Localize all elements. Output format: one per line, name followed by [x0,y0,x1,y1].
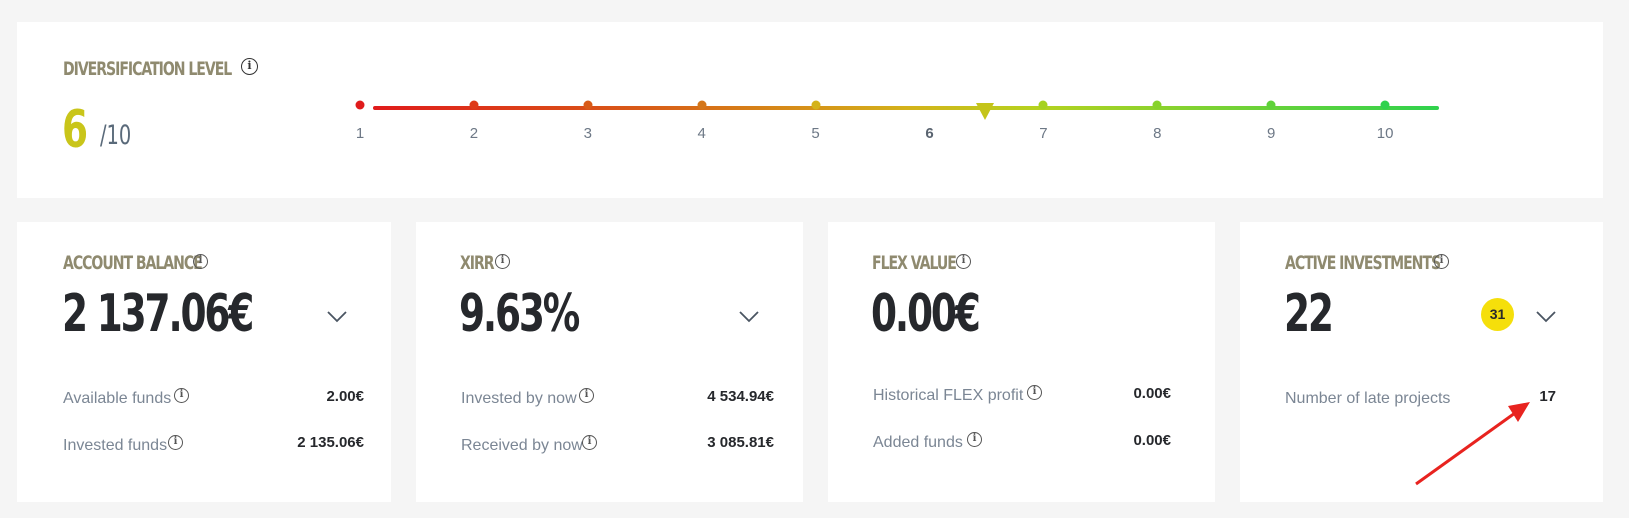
scale-dot [697,100,707,110]
active-investments-badge[interactable]: 31 [1481,298,1514,331]
info-icon[interactable]: i [174,388,189,403]
scale-dot [811,100,821,110]
invested-funds-label: Invested funds [63,437,168,454]
active-investments-value: 22 [1284,284,1334,344]
chevron-down-icon[interactable] [1535,310,1557,324]
account-balance-title: ACCOUNT BALANCE [63,252,203,274]
chevron-down-icon[interactable] [738,310,760,324]
scale-tick-label: 2 [469,125,479,142]
received-by-now-value: 3 085.81€ [707,434,774,451]
scale-dot [469,100,479,110]
info-icon[interactable]: i [956,254,971,269]
added-funds-value: 0.00€ [1133,432,1171,449]
scale-tick-label: 9 [1267,125,1276,142]
invested-by-now-label: Invested by now [461,390,577,407]
flex-value-card: FLEX VALUE i 0.00€ Historical FLEX profi… [828,222,1215,502]
scale-tick-label: 7 [1039,125,1048,142]
active-investments-title: ACTIVE INVESTMENTS [1285,252,1441,274]
scale-dot [1152,100,1162,110]
xirr-value: 9.63% [459,284,580,344]
scale-dot [1266,100,1276,110]
available-funds-value: 2.00€ [326,388,364,405]
invested-funds-value: 2 135.06€ [297,434,364,451]
xirr-title: XIRR [460,252,495,274]
red-arrow-icon [1415,402,1530,486]
info-icon[interactable]: i [1434,254,1449,269]
scale-dot [583,100,593,110]
invested-by-now-value: 4 534.94€ [707,388,774,405]
received-by-now-label: Received by now [461,437,583,454]
diversification-card: DIVERSIFICATION LEVEL i 6 /10 1234567891… [17,22,1603,198]
available-funds-label: Available funds [63,390,172,407]
scale-bar [373,106,1439,110]
level-marker-icon [976,103,994,120]
info-icon[interactable]: i [1027,385,1042,400]
info-icon[interactable]: i [168,435,183,450]
scale-tick-label: 6 [925,125,934,142]
scale-tick-label: 8 [1153,125,1162,142]
info-icon[interactable]: i [967,432,982,447]
added-funds-label: Added funds [873,434,963,451]
account-balance-card: ACCOUNT BALANCE i 2 137.06€ Available fu… [17,222,391,502]
xirr-card: XIRR i 9.63% Invested by now i 4 534.94€… [416,222,803,502]
info-icon[interactable]: i [495,254,510,269]
account-balance-value: 2 137.06€ [62,284,254,344]
active-investments-card: ACTIVE INVESTMENTS i 22 31 Number of lat… [1240,222,1603,502]
scale-dot [355,100,365,110]
scale-dot [1380,100,1390,110]
flex-value: 0.00€ [871,284,981,344]
diversification-scale: 1 2 3 4 5 6 7 8 9 10 [17,22,1603,198]
scale-tick-label: 3 [583,125,592,142]
historical-flex-profit-label: Historical FLEX profit [873,387,1024,404]
scale-tick-label: 10 [1376,125,1394,142]
info-icon[interactable]: i [582,435,597,450]
scale-dot [1038,100,1048,110]
historical-flex-profit-value: 0.00€ [1133,385,1171,402]
info-icon[interactable]: i [579,388,594,403]
scale-tick-label: 4 [697,125,706,142]
chevron-down-icon[interactable] [326,310,348,324]
flex-value-title: FLEX VALUE [872,252,957,274]
scale-tick-label: 1 [355,125,365,142]
scale-tick-label: 5 [811,125,820,142]
info-icon[interactable]: i [193,254,208,269]
